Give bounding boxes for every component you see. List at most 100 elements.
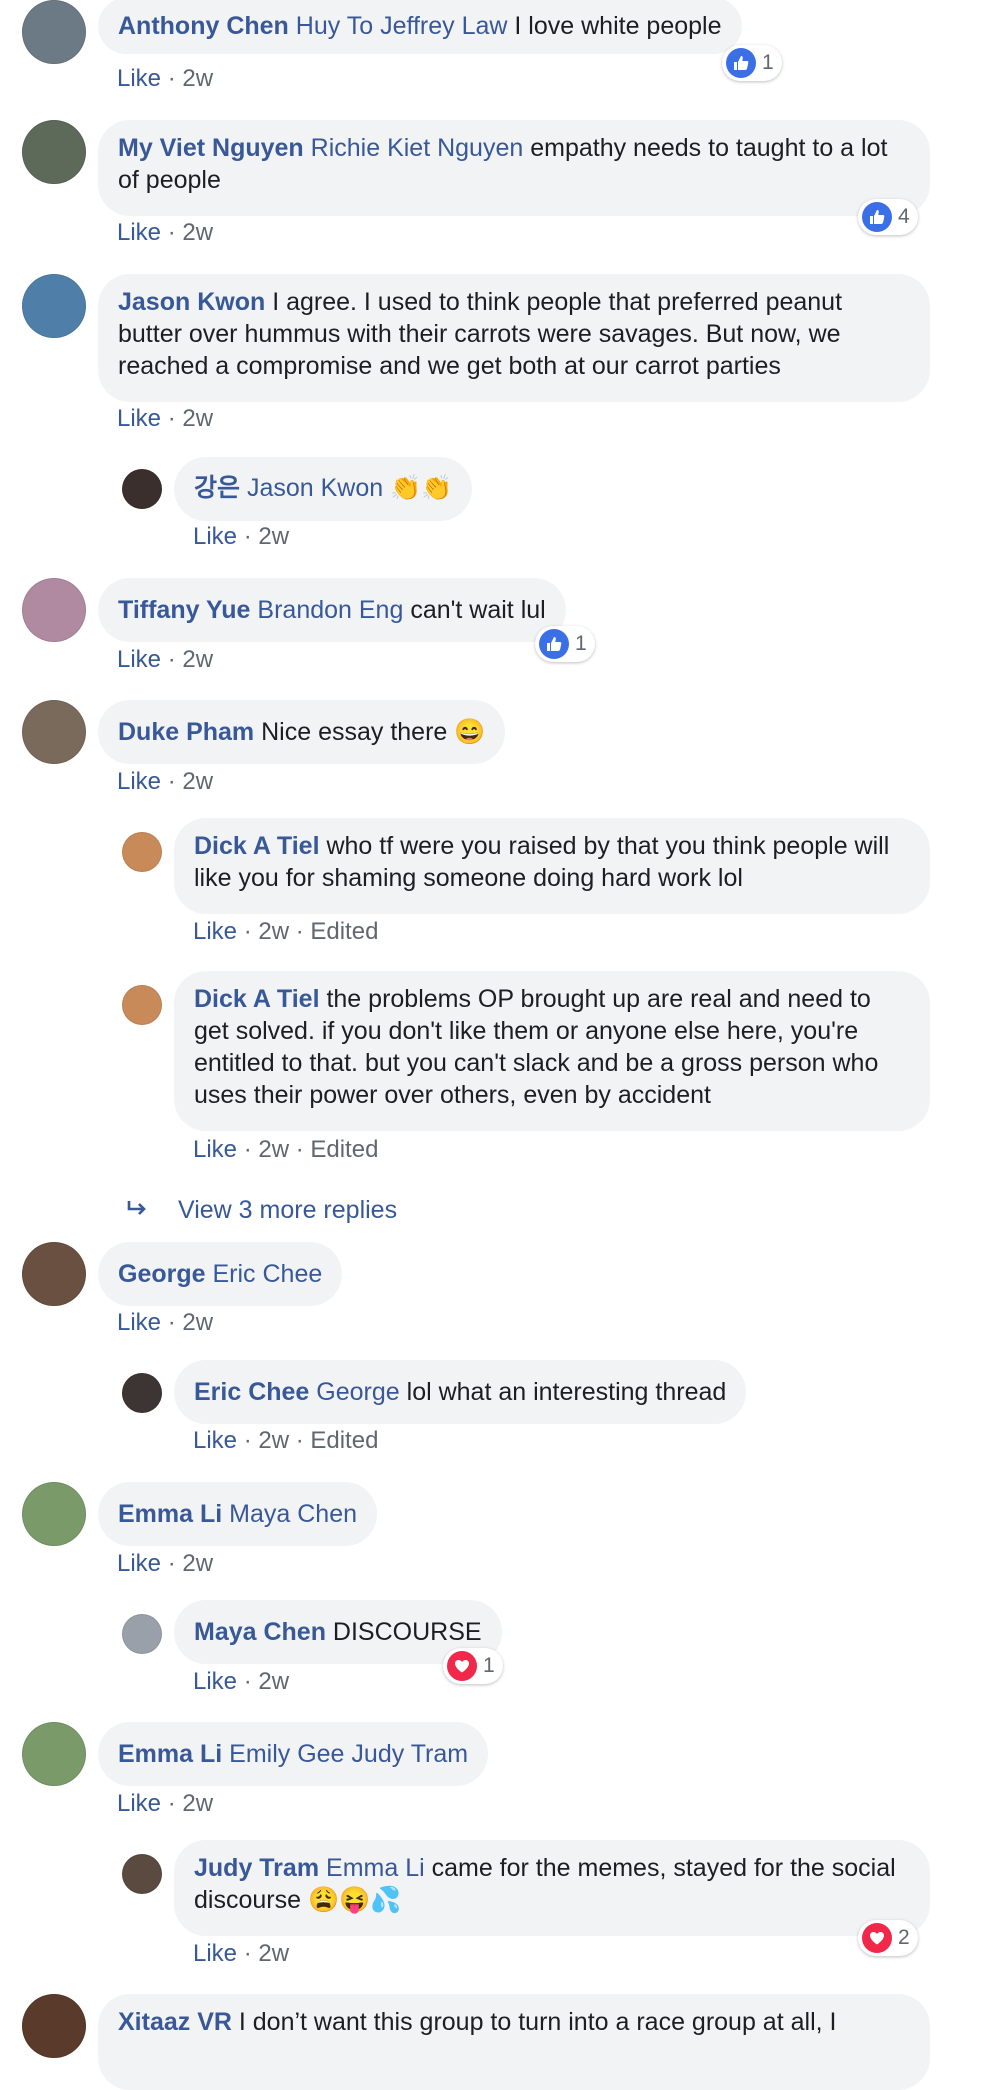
reaction-count[interactable]: 1 [722,45,782,81]
reply-arrow-icon [126,1195,154,1227]
comment-text: I don’t want this group to turn into a r… [231,2008,837,2036]
comment-author[interactable]: Maya Chen [194,1618,326,1646]
timestamp[interactable]: · 2w [161,1550,213,1577]
timestamp[interactable]: · 2w · Edited [237,918,379,945]
like-link[interactable]: Like [117,219,161,246]
timestamp[interactable]: · 2w · Edited [237,1136,379,1163]
comment-author[interactable]: Dick A Tiel [194,832,320,860]
comment-text: 👏👏 [383,474,453,502]
like-link[interactable]: Like [193,523,237,550]
comment-author[interactable]: Eric Chee [194,1378,309,1406]
comment-bubble: Emma Li Maya Chen [98,1482,378,1546]
timestamp[interactable]: · 2w [161,768,213,795]
comment-text: Nice essay there 😄 [254,718,486,746]
thumbs-up-icon [539,629,569,659]
comment-author[interactable]: Xitaaz VR [118,2008,232,2036]
timestamp[interactable]: · 2w [161,219,213,246]
comment-text: lol what an interesting thread [399,1378,727,1406]
comment-bubble: Dick A Tiel the problems OP brought up a… [174,971,930,1131]
timestamp[interactable]: · 2w [161,1790,213,1817]
comment-meta: Like · 2w [117,767,213,797]
comment-meta: Like · 2w · Edited [193,1135,378,1165]
avatar[interactable] [122,1854,162,1894]
comment-author[interactable]: Emma Li [118,1500,222,1528]
comment-author[interactable]: Duke Pham [118,718,254,746]
comment-meta: Like · 2w [193,1939,289,1969]
comment-text: I love white people [507,12,722,40]
timestamp[interactable]: · 2w [161,646,213,673]
timestamp[interactable]: · 2w · Edited [237,1427,379,1454]
comment-author[interactable]: My Viet Nguyen [118,134,304,162]
comment-meta: Like · 2w · Edited [193,917,378,947]
like-link[interactable]: Like [117,646,161,673]
avatar[interactable] [122,985,162,1025]
tagged-users[interactable]: Emily Gee Judy Tram [229,1740,468,1768]
avatar[interactable] [22,0,86,64]
comment-meta: Like · 2w [117,1549,213,1579]
tagged-users[interactable]: Jason Kwon [247,474,383,502]
reaction-count[interactable]: 2 [858,1920,918,1956]
avatar[interactable] [122,1614,162,1654]
comment-meta: Like · 2w [117,404,213,434]
timestamp[interactable]: · 2w [161,405,213,432]
heart-icon [862,1923,892,1953]
comment-bubble: Jason Kwon I agree. I used to think peop… [98,274,930,402]
reaction-count[interactable]: 1 [443,1648,503,1684]
comment-bubble: Tiffany Yue Brandon Eng can't wait lul [98,578,566,642]
reaction-number: 2 [898,1926,910,1949]
comment-author[interactable]: Tiffany Yue [118,596,250,624]
comment-author[interactable]: George [118,1260,206,1288]
timestamp[interactable]: · 2w [237,1940,289,1967]
comment-author[interactable]: Emma Li [118,1740,222,1768]
avatar[interactable] [22,1994,86,2058]
comment-meta: Like · 2w [193,522,289,552]
timestamp[interactable]: · 2w [161,65,213,92]
timestamp[interactable]: · 2w [161,1309,213,1336]
reaction-number: 1 [762,51,774,74]
like-link[interactable]: Like [193,1668,237,1695]
avatar[interactable] [122,469,162,509]
tagged-users[interactable]: Brandon Eng [257,596,403,624]
like-link[interactable]: Like [117,1550,161,1577]
like-link[interactable]: Like [117,405,161,432]
comment-author[interactable]: Judy Tram [194,1854,319,1882]
comment-author[interactable]: Anthony Chen [118,12,289,40]
like-link[interactable]: Like [193,1940,237,1967]
comment-bubble: Dick A Tiel who tf were you raised by th… [174,818,930,914]
timestamp[interactable]: · 2w [237,1668,289,1695]
tagged-users[interactable]: George [316,1378,399,1406]
like-link[interactable]: Like [117,65,161,92]
reaction-count[interactable]: 1 [535,626,595,662]
like-link[interactable]: Like [193,918,237,945]
like-link[interactable]: Like [117,768,161,795]
tagged-users[interactable]: Eric Chee [212,1260,322,1288]
reaction-count[interactable]: 4 [858,199,918,235]
comment-meta: Like · 2w [117,64,213,94]
like-link[interactable]: Like [117,1309,161,1336]
tagged-users[interactable]: Emma Li [326,1854,425,1882]
comment-author[interactable]: 강은 [194,474,240,502]
avatar[interactable] [22,578,86,642]
like-link[interactable]: Like [117,1790,161,1817]
avatar[interactable] [22,700,86,764]
comment-meta: Like · 2w · Edited [193,1426,378,1456]
avatar[interactable] [22,1482,86,1546]
comment-bubble: Xitaaz VR I don’t want this group to tur… [98,1994,930,2090]
avatar[interactable] [22,1722,86,1786]
comment-author[interactable]: Jason Kwon [118,288,265,316]
like-link[interactable]: Like [193,1136,237,1163]
view-more-label[interactable]: View 3 more replies [178,1196,397,1224]
reaction-number: 4 [898,205,910,228]
avatar[interactable] [122,832,162,872]
avatar[interactable] [22,1242,86,1306]
avatar[interactable] [22,120,86,184]
avatar[interactable] [122,1373,162,1413]
tagged-users[interactable]: Huy To Jeffrey Law [296,12,508,40]
view-more-replies[interactable]: View 3 more replies [126,1194,397,1227]
avatar[interactable] [22,274,86,338]
comment-author[interactable]: Dick A Tiel [194,985,320,1013]
timestamp[interactable]: · 2w [237,523,289,550]
like-link[interactable]: Like [193,1427,237,1454]
tagged-users[interactable]: Richie Kiet Nguyen [311,134,524,162]
tagged-users[interactable]: Maya Chen [229,1500,357,1528]
